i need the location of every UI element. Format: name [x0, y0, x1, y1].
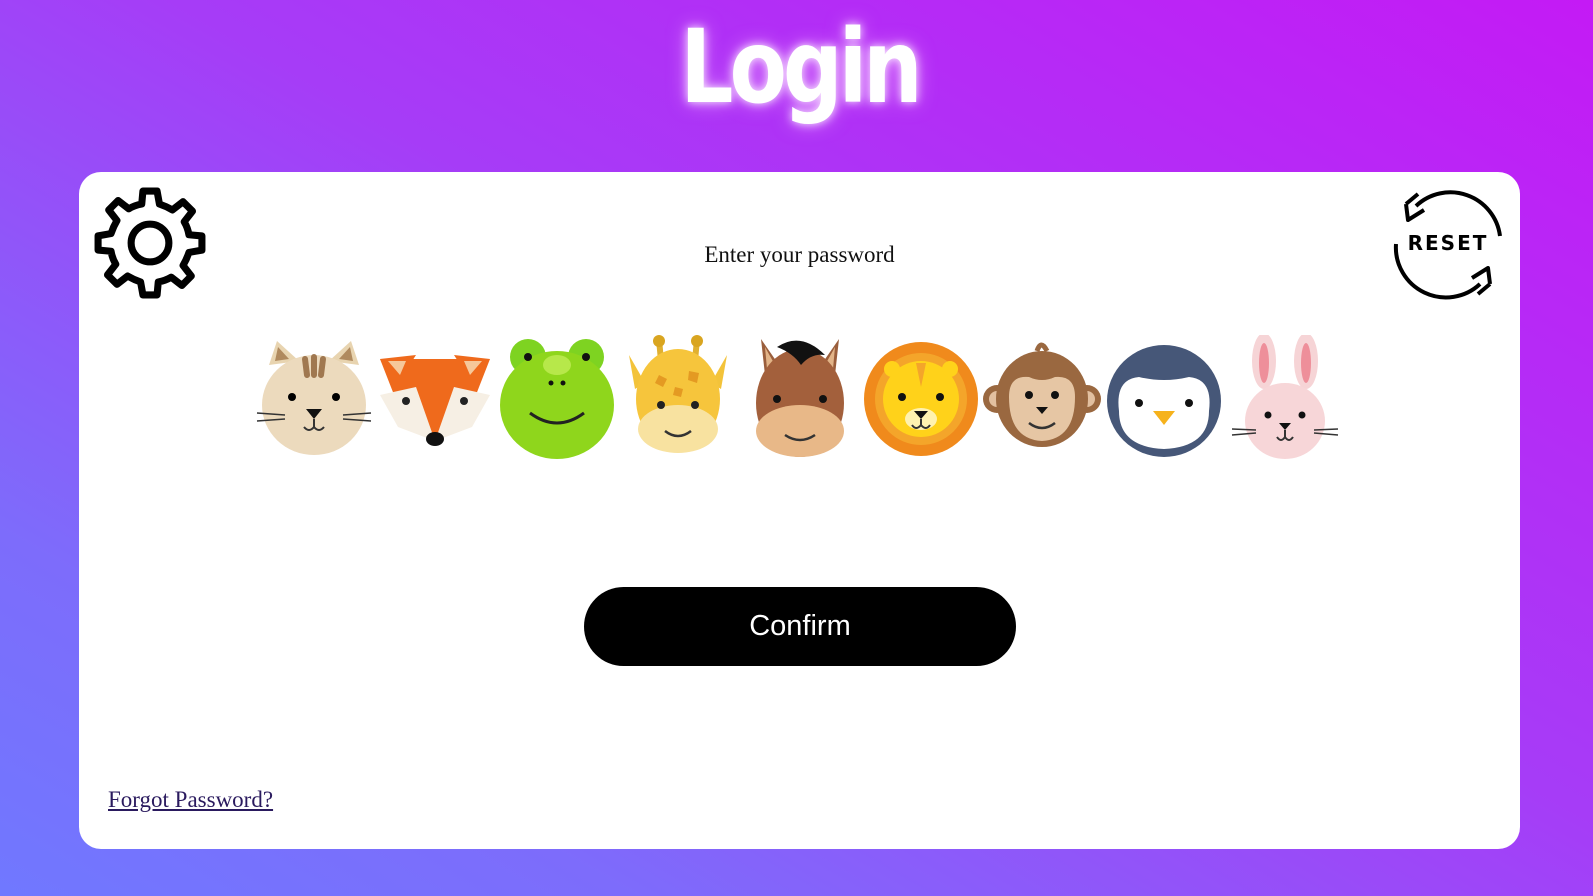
monkey-icon [983, 342, 1102, 447]
animal-frog[interactable] [498, 335, 616, 461]
animal-giraffe[interactable] [619, 335, 737, 461]
cat-icon [256, 341, 372, 455]
animal-cat[interactable] [255, 335, 373, 461]
giraffe-icon [629, 335, 728, 453]
horse-icon [755, 339, 844, 457]
login-card: RESET Enter your password Confirm Forgot… [79, 172, 1520, 849]
penguin-icon [1106, 345, 1221, 457]
password-prompt: Enter your password [704, 242, 895, 267]
animal-lion[interactable] [862, 335, 980, 461]
animal-rabbit[interactable] [1226, 335, 1344, 461]
animal-horse[interactable] [741, 335, 859, 461]
confirm-button[interactable]: Confirm [584, 587, 1016, 666]
forgot-password-link[interactable]: Forgot Password? [108, 787, 273, 813]
fox-icon [380, 355, 491, 446]
animal-fox[interactable] [376, 335, 494, 461]
animal-penguin[interactable] [1105, 335, 1223, 461]
animal-monkey[interactable] [983, 335, 1102, 461]
lion-icon [863, 342, 978, 456]
frog-icon [499, 339, 614, 459]
page-title: Login [680, 8, 922, 127]
rabbit-icon [1231, 335, 1339, 459]
animal-password-picker [255, 335, 1344, 461]
